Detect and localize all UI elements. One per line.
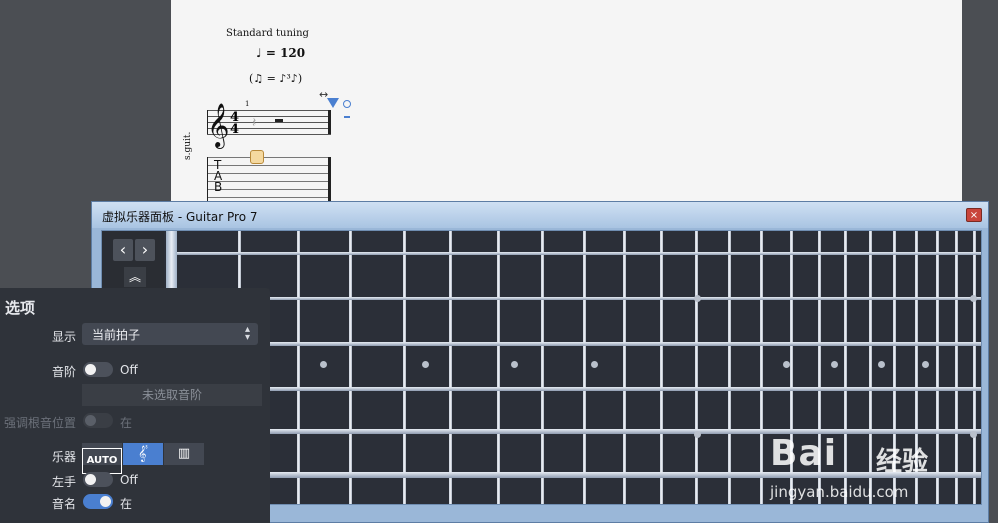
fret: [695, 231, 698, 504]
tab-line: [207, 157, 331, 158]
tab-line: [207, 173, 331, 174]
fret-inlay: [831, 361, 838, 368]
root-position-toggle[interactable]: [83, 413, 113, 428]
display-value: 当前拍子: [92, 328, 141, 342]
barline: [207, 157, 208, 201]
scale-value: Off: [120, 363, 138, 377]
window-title: 虚拟乐器面板 - Guitar Pro 7: [102, 210, 258, 224]
whole-rest-icon: [275, 119, 283, 122]
display-select[interactable]: 当前拍子 ▴ ▾: [82, 323, 258, 345]
fret: [936, 231, 939, 504]
watermark-logo-text: 经验: [876, 447, 929, 477]
fret-inlay: [591, 361, 598, 368]
marker-dash-icon: [344, 116, 350, 118]
time-signature: 44: [230, 110, 240, 137]
end-barline: [328, 110, 331, 134]
fret: [844, 231, 847, 504]
fret: [728, 231, 731, 504]
note-name-value: 在: [120, 497, 133, 511]
piano-icon: ▥: [177, 446, 191, 461]
instrument-piano-button[interactable]: ▥: [164, 443, 204, 465]
guitar-string-3[interactable]: [177, 342, 981, 346]
fret: [869, 231, 872, 504]
note-name-toggle[interactable]: [83, 494, 113, 509]
watermark-logo: Bai: [770, 433, 838, 474]
treble-clef-icon: 𝄞: [207, 103, 230, 147]
scale-toggle[interactable]: [83, 362, 113, 377]
instrument-label: 乐器: [51, 450, 76, 464]
fret-inlay: [422, 361, 429, 368]
guitar-icon: 𝄟: [138, 446, 148, 462]
fret-inlay: [694, 431, 701, 438]
fret-inlay: [878, 361, 885, 368]
loop-marker-icon[interactable]: [343, 100, 351, 108]
left-hand-label: 左手: [51, 475, 76, 489]
note-name-label: 音名: [51, 497, 76, 511]
fret: [583, 231, 586, 504]
instrument-guitar-button[interactable]: 𝄟: [123, 443, 163, 465]
guitar-string-6[interactable]: [177, 472, 981, 478]
fret: [403, 231, 406, 504]
left-hand-toggle[interactable]: [83, 472, 113, 487]
rest-icon: 𝄽: [252, 115, 257, 131]
tab-line: [207, 189, 331, 190]
root-position-value: 在: [120, 416, 133, 430]
scale-label: 音阶: [51, 365, 76, 379]
fret-inlay: [511, 361, 518, 368]
fret: [973, 231, 976, 504]
fret: [955, 231, 958, 504]
track-label: s.guit.: [183, 131, 193, 160]
guitar-string-1[interactable]: [177, 252, 981, 255]
tab-line: [207, 197, 331, 198]
fret-inlay: [922, 361, 929, 368]
left-hand-value: Off: [120, 473, 138, 487]
fret: [660, 231, 663, 504]
collapse-icon[interactable]: ︽: [124, 267, 146, 287]
root-position-label: 强调根音位置: [3, 416, 76, 430]
tab-line: [207, 165, 331, 166]
fret: [349, 231, 352, 504]
instrument-auto-button[interactable]: AUTO: [82, 443, 122, 474]
end-barline: [328, 157, 331, 201]
fret: [623, 231, 626, 504]
edit-cursor[interactable]: [250, 150, 264, 164]
tab-clef: TAB: [214, 158, 223, 194]
tab-line: [207, 181, 331, 182]
options-title: 选项: [5, 299, 36, 317]
guitar-string-2[interactable]: [177, 297, 981, 300]
swing-marking: (♫ = ♪³♪): [249, 72, 303, 85]
fret: [497, 231, 500, 504]
tuning-label: Standard tuning: [226, 28, 309, 39]
tempo-marking: ♩ = 120: [256, 46, 306, 60]
fret-inlay: [694, 295, 701, 302]
fret-inlay: [970, 431, 977, 438]
fret-inlay: [970, 295, 977, 302]
guitar-string-4[interactable]: [177, 387, 981, 391]
fret: [297, 231, 300, 504]
display-label: 显示: [51, 330, 76, 344]
options-panel: 选项 显示 当前拍子 ▴ ▾ 音阶 Off 未选取音阶 强调根音位置 在 乐器 A…: [0, 288, 270, 523]
window-titlebar[interactable]: 虚拟乐器面板 - Guitar Pro 7 ×: [92, 202, 988, 228]
fret-inlay: [783, 361, 790, 368]
fret: [541, 231, 544, 504]
scale-select-button[interactable]: 未选取音阶: [82, 384, 262, 406]
playhead-marker-icon[interactable]: [327, 98, 339, 108]
fret: [449, 231, 452, 504]
bar-number: 1: [245, 100, 250, 108]
close-button[interactable]: ×: [966, 208, 982, 222]
watermark-url: jingyan.baidu.com: [770, 483, 909, 501]
guitar-string-5[interactable]: [177, 429, 981, 434]
updown-chevron-icon: ▴ ▾: [244, 324, 250, 343]
next-icon[interactable]: ›: [135, 239, 155, 261]
prev-icon[interactable]: ‹: [113, 239, 133, 261]
fret: [760, 231, 763, 504]
fret-inlay: [320, 361, 327, 368]
